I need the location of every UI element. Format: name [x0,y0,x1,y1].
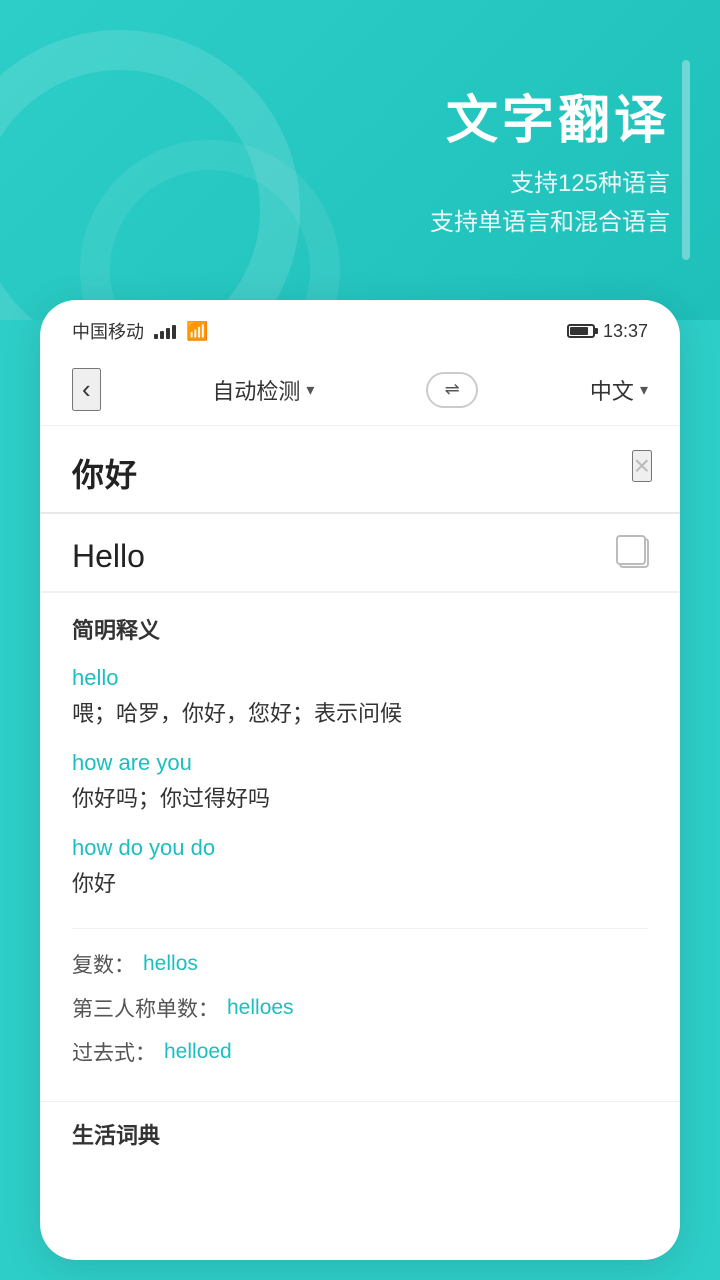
time-label: 13:37 [603,321,648,342]
def-term-0: hello [72,665,648,691]
more-title: 生活词典 [72,1118,648,1150]
def-term-2: how do you do [72,835,648,861]
header-sub1: 支持125种语言 [510,165,670,203]
swap-language-button[interactable]: ⇌ [426,372,478,408]
plural-value: hellos [143,952,198,976]
word-form-third: 第三人称单数： helloes [72,993,648,1023]
word-form-plural: 复数： hellos [72,949,648,979]
input-section: 你好 × [40,426,680,514]
source-lang-label: 自动检测 [212,374,300,406]
definition-entry-0: hello 喂；哈罗，你好，您好；表示问候 [72,665,648,730]
phone-card: 中国移动 📶 13:37 ‹ 自动检测 ▾ ⇌ 中文 ▾ [40,300,680,1260]
past-value: helloed [164,1040,232,1064]
clear-button[interactable]: × [632,450,652,482]
def-meaning-0: 喂；哈罗，你好，您好；表示问候 [72,697,648,730]
def-meaning-2: 你好 [72,867,648,900]
back-button[interactable]: ‹ [72,368,101,411]
wifi-icon: 📶 [186,321,208,342]
definition-entry-1: how are you 你好吗；你过得好吗 [72,750,648,815]
target-lang-label: 中文 [590,374,634,406]
result-section: Hello [40,514,680,593]
nav-bar: ‹ 自动检测 ▾ ⇌ 中文 ▾ [40,354,680,426]
header-banner: 文字翻译 支持125种语言 支持单语言和混合语言 [0,0,720,320]
battery-icon [567,324,595,338]
def-term-1: how are you [72,750,648,776]
carrier-label: 中国移动 [72,318,144,344]
source-dropdown-arrow: ▾ [306,380,314,400]
copy-button[interactable] [616,535,652,571]
status-right: 13:37 [567,321,648,342]
third-value: helloes [227,996,294,1020]
plural-label: 复数： [72,949,135,979]
source-language-selector[interactable]: 自动检测 ▾ [212,374,314,406]
target-language-selector[interactable]: 中文 ▾ [590,374,648,406]
more-section: 生活词典 [40,1101,680,1150]
definition-entry-2: how do you do 你好 [72,835,648,900]
target-dropdown-arrow: ▾ [640,380,648,400]
header-sub2: 支持单语言和混合语言 [430,204,670,242]
status-left: 中国移动 📶 [72,318,208,344]
signal-icon [154,323,176,339]
decorative-bar [682,60,690,260]
third-label: 第三人称单数： [72,993,219,1023]
copy-icon [619,538,649,568]
word-form-past: 过去式： helloed [72,1037,648,1067]
swap-icon: ⇌ [445,379,460,400]
definitions-title: 简明释义 [72,613,648,645]
translated-text: Hello [72,538,648,575]
source-text[interactable]: 你好 [72,450,648,496]
word-forms-section: 复数： hellos 第三人称单数： helloes 过去式： helloed [72,928,648,1067]
definitions-section: 简明释义 hello 喂；哈罗，你好，您好；表示问候 how are you 你… [40,593,680,1101]
def-meaning-1: 你好吗；你过得好吗 [72,782,648,815]
status-bar: 中国移动 📶 13:37 [40,300,680,354]
header-title: 文字翻译 [446,78,670,153]
past-label: 过去式： [72,1037,156,1067]
